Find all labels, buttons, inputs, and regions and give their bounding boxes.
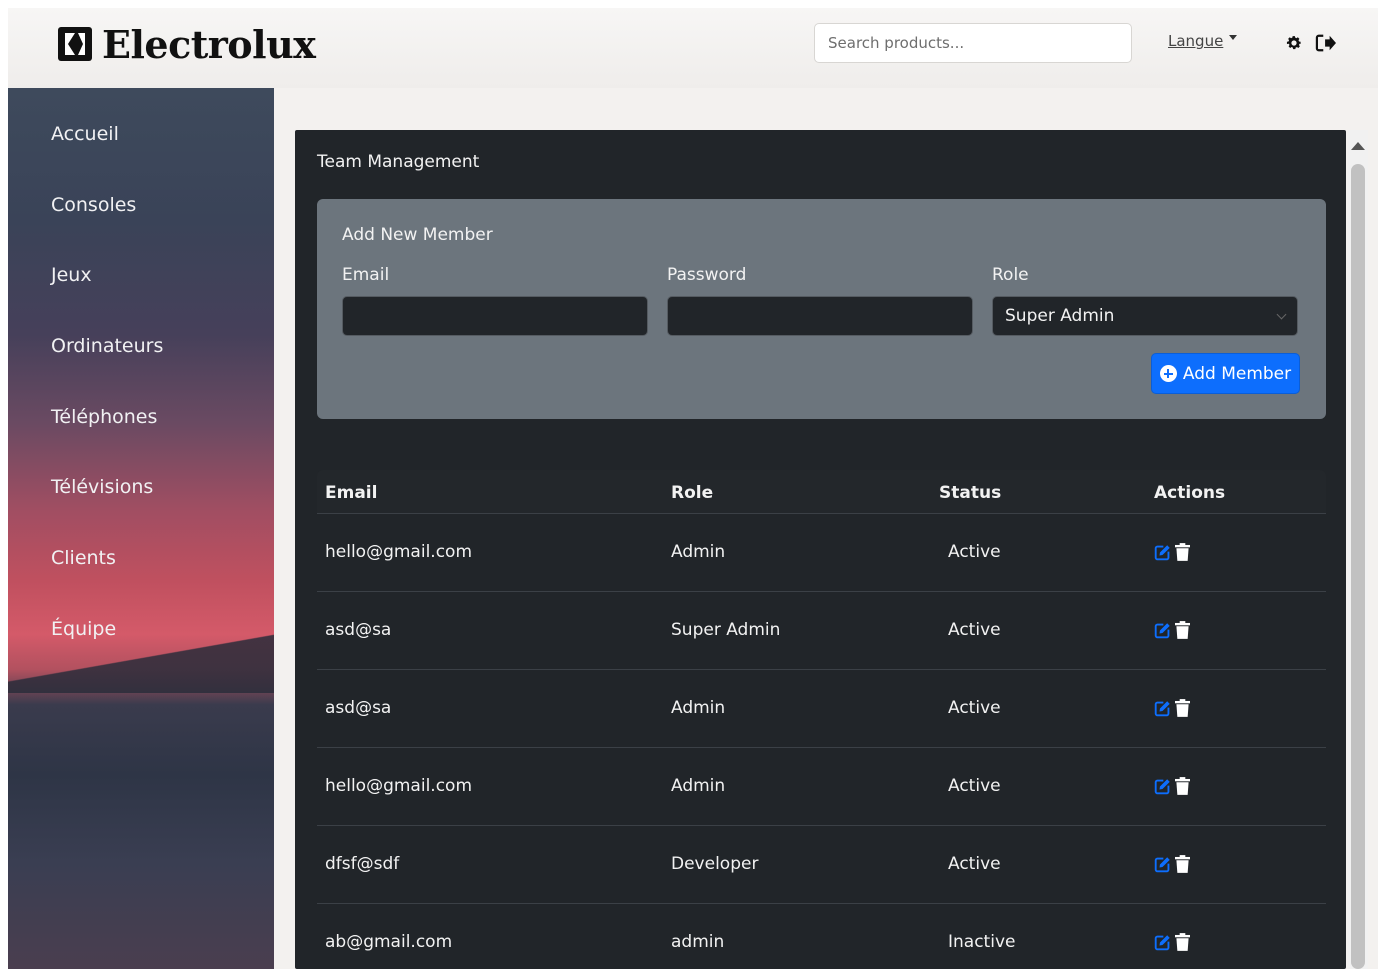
scrollbar-thumb[interactable] <box>1351 164 1365 969</box>
search-input[interactable] <box>814 23 1132 63</box>
sidebar-item-clients[interactable]: Clients <box>51 547 116 569</box>
column-header-role[interactable]: Role <box>671 483 713 503</box>
row-actions <box>1153 854 1191 874</box>
row-email: hello@gmail.com <box>325 542 473 562</box>
table-row: ab@gmail.com admin Inactive <box>317 904 1326 969</box>
app-window: Electrolux Langue Accueil Consoles Jeux … <box>8 8 1378 969</box>
row-actions <box>1153 620 1191 640</box>
row-role: Admin <box>671 698 726 718</box>
trash-icon[interactable] <box>1173 698 1191 718</box>
row-role: Developer <box>671 854 759 874</box>
table-row: hello@gmail.com Admin Active <box>317 514 1326 592</box>
table-row: asd@sa Super Admin Active <box>317 592 1326 670</box>
team-management-panel: Team Management Add New Member Email Pas… <box>295 130 1346 969</box>
row-status: Active <box>948 776 1001 796</box>
email-label: Email <box>342 265 390 285</box>
row-role: Super Admin <box>671 620 781 640</box>
row-role: admin <box>671 932 725 952</box>
row-actions <box>1153 776 1191 796</box>
sidebar-item-televisions[interactable]: Télévisions <box>51 476 153 498</box>
language-dropdown[interactable]: Langue <box>1168 32 1238 50</box>
column-header-actions: Actions <box>1154 483 1226 503</box>
row-actions <box>1153 542 1191 562</box>
password-field[interactable] <box>667 296 973 336</box>
sidebar-item-telephones[interactable]: Téléphones <box>51 406 157 428</box>
members-table: Email Role Status Actions hello@gmail.co… <box>317 470 1326 969</box>
row-status: Active <box>948 854 1001 874</box>
sidebar-item-consoles[interactable]: Consoles <box>51 194 136 216</box>
role-label: Role <box>992 265 1029 285</box>
password-label: Password <box>667 265 747 285</box>
column-header-status[interactable]: Status <box>939 483 1001 503</box>
settings-gear-icon[interactable] <box>1283 32 1305 54</box>
edit-icon[interactable] <box>1153 698 1171 718</box>
table-row: dfsf@sdf Developer Active <box>317 826 1326 904</box>
edit-icon[interactable] <box>1153 776 1171 796</box>
row-actions <box>1153 698 1191 718</box>
sidebar-item-jeux[interactable]: Jeux <box>51 264 92 286</box>
scroll-up-arrow-icon[interactable] <box>1351 142 1365 150</box>
brand-logo[interactable]: Electrolux <box>58 21 316 67</box>
email-field[interactable] <box>342 296 648 336</box>
row-email: hello@gmail.com <box>325 776 473 796</box>
trash-icon[interactable] <box>1173 542 1191 562</box>
role-select-value: Super Admin <box>1005 306 1115 326</box>
sidebar-item-equipe[interactable]: Équipe <box>51 618 116 640</box>
plus-circle-icon <box>1159 365 1177 382</box>
row-email: asd@sa <box>325 620 392 640</box>
table-row: hello@gmail.com Admin Active <box>317 748 1326 826</box>
page-title: Team Management <box>317 152 480 172</box>
sidebar: Accueil Consoles Jeux Ordinateurs Téléph… <box>8 88 274 969</box>
table-body: hello@gmail.com Admin Active asd@sa Supe… <box>317 514 1326 969</box>
add-member-form: Add New Member Email Password Role Super… <box>317 199 1326 419</box>
column-header-email[interactable]: Email <box>325 483 377 503</box>
row-email: dfsf@sdf <box>325 854 400 874</box>
logout-icon[interactable] <box>1315 32 1337 54</box>
row-status: Active <box>948 698 1001 718</box>
add-member-button[interactable]: Add Member <box>1151 353 1300 394</box>
brand-name: Electrolux <box>102 21 316 67</box>
add-member-label: Add Member <box>1182 363 1292 384</box>
row-status: Active <box>948 620 1001 640</box>
edit-icon[interactable] <box>1153 854 1171 874</box>
caret-down-icon <box>1229 34 1238 40</box>
role-select[interactable]: Super Admin <box>992 296 1298 336</box>
sidebar-item-accueil[interactable]: Accueil <box>51 123 119 145</box>
top-header: Electrolux Langue <box>8 8 1378 88</box>
language-label: Langue <box>1168 32 1224 50</box>
trash-icon[interactable] <box>1173 854 1191 874</box>
table-row: asd@sa Admin Active <box>317 670 1326 748</box>
trash-icon[interactable] <box>1173 776 1191 796</box>
electrolux-logo-icon <box>58 27 92 61</box>
row-status: Inactive <box>948 932 1016 952</box>
row-role: Admin <box>671 776 726 796</box>
row-status: Active <box>948 542 1001 562</box>
table-header: Email Role Status Actions <box>317 470 1326 514</box>
chevron-down-icon <box>1276 309 1287 319</box>
row-email: ab@gmail.com <box>325 932 453 952</box>
edit-icon[interactable] <box>1153 542 1171 562</box>
trash-icon[interactable] <box>1173 932 1191 952</box>
form-title: Add New Member <box>342 225 493 245</box>
sidebar-item-ordinateurs[interactable]: Ordinateurs <box>51 335 163 357</box>
trash-icon[interactable] <box>1173 620 1191 640</box>
row-role: Admin <box>671 542 726 562</box>
row-email: asd@sa <box>325 698 392 718</box>
scrollbar[interactable] <box>1348 130 1368 969</box>
edit-icon[interactable] <box>1153 620 1171 640</box>
row-actions <box>1153 932 1191 952</box>
edit-icon[interactable] <box>1153 932 1171 952</box>
